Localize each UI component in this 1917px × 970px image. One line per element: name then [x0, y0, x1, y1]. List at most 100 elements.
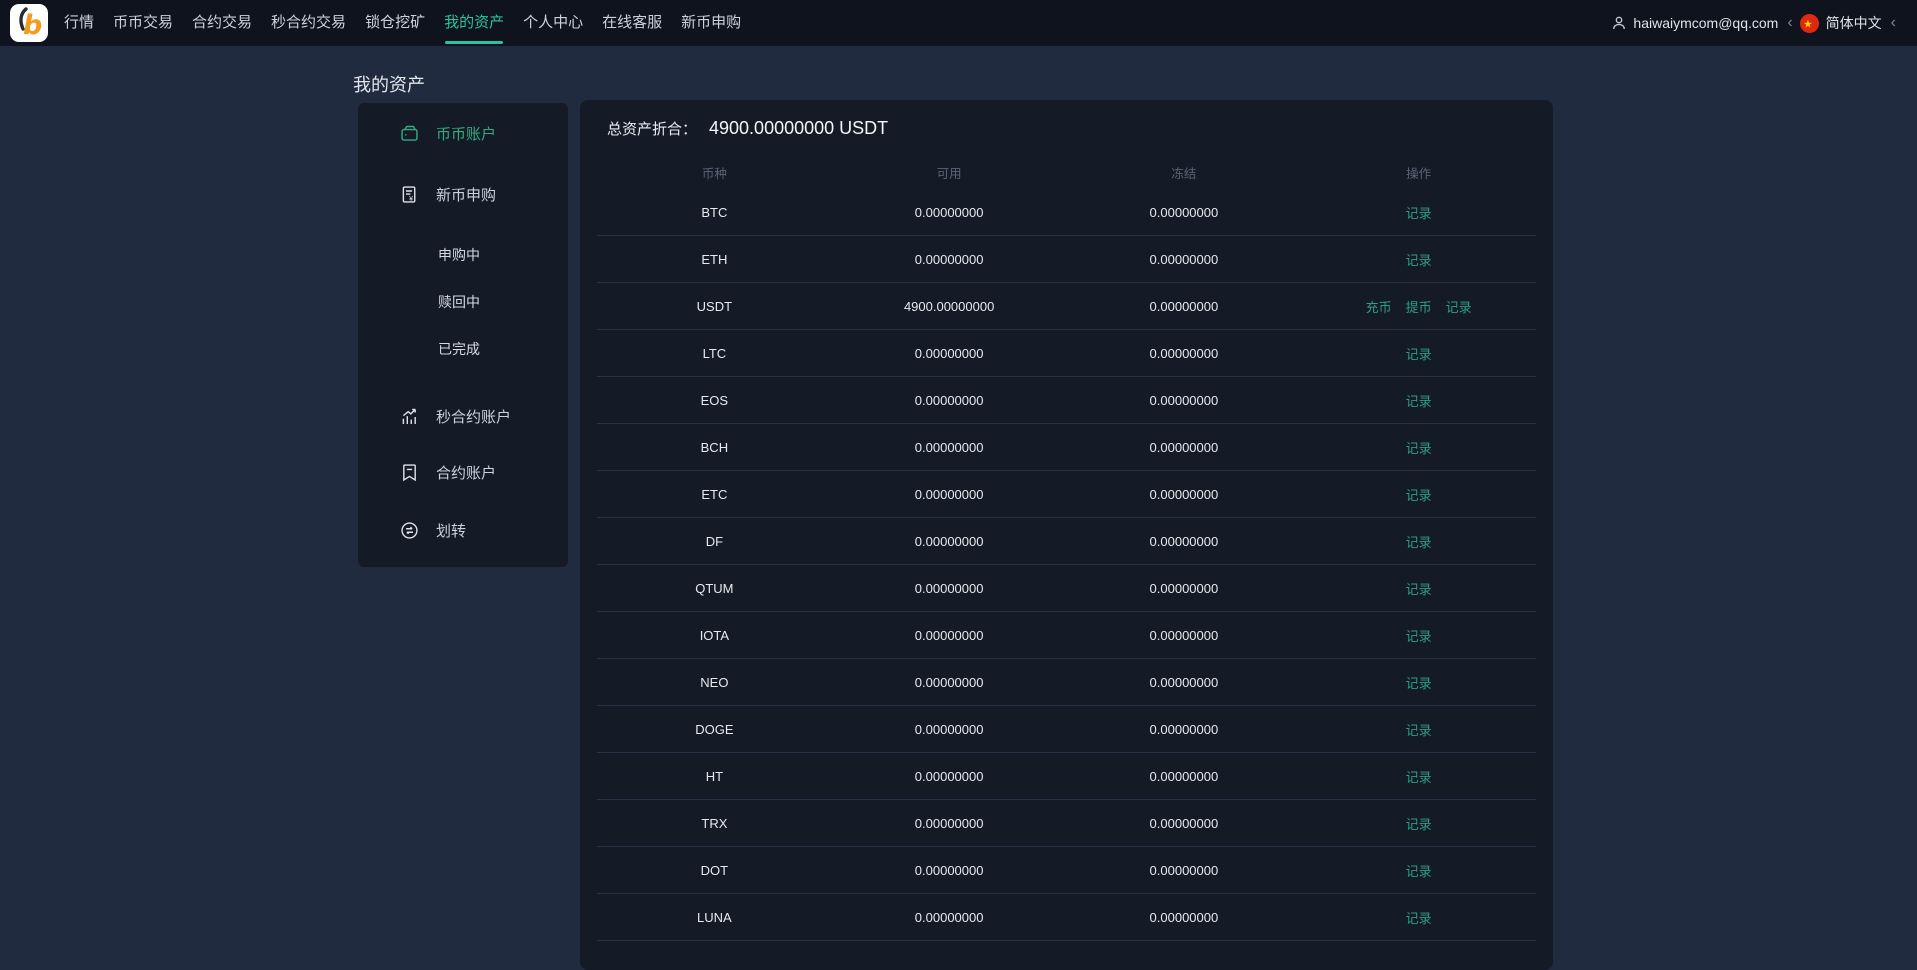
app-logo[interactable]: b	[10, 4, 48, 42]
asset-actions: 记录	[1301, 720, 1536, 739]
asset-row-df: DF 0.00000000 0.00000000 记录	[597, 518, 1536, 565]
deposit-link[interactable]: 充币	[1366, 297, 1392, 316]
asset-available: 4900.00000000	[903, 298, 995, 314]
asset-available: 0.00000000	[914, 580, 984, 596]
language-switcher[interactable]: ★ 简体中文 ‹	[1799, 13, 1903, 33]
asset-row-neo: NEO 0.00000000 0.00000000 记录	[597, 659, 1536, 706]
asset-actions: 充币 提币 记录	[1301, 297, 1536, 316]
asset-row-luna: LUNA 0.00000000 0.00000000 记录	[597, 894, 1536, 941]
asset-actions: 记录	[1301, 485, 1536, 504]
records-link[interactable]: 记录	[1406, 391, 1432, 410]
records-link[interactable]: 记录	[1406, 344, 1432, 363]
column-header-actions: 操作	[1406, 166, 1432, 181]
nav-item-user-center[interactable]: 个人中心	[523, 0, 583, 46]
sidebar-item-seconds-contract-account[interactable]: 秒合约账户	[358, 400, 568, 432]
top-navbar: b 行情 币币交易 合约交易 秒合约交易 锁仓挖矿 我的资产 个人中心 在线客服 新币申购 ha…	[0, 0, 1917, 46]
bar-chart-icon	[398, 405, 420, 427]
asset-row-ltc: LTC 0.00000000 0.00000000 记录	[597, 330, 1536, 377]
sidebar-item-label: 已完成	[438, 341, 480, 357]
asset-actions: 记录	[1301, 673, 1536, 692]
records-link[interactable]: 记录	[1406, 203, 1432, 222]
nav-item-my-assets[interactable]: 我的资产	[444, 0, 504, 46]
asset-coin: DF	[705, 533, 724, 549]
asset-frozen: 0.00000000	[1149, 627, 1219, 643]
sidebar-item-redeeming[interactable]: 赎回中	[358, 286, 568, 318]
nav-item-market[interactable]: 行情	[64, 0, 94, 46]
cn-flag-icon: ★	[1799, 13, 1819, 33]
records-link[interactable]: 记录	[1406, 673, 1432, 692]
asset-frozen: 0.00000000	[1149, 345, 1219, 361]
sidebar-item-contract-account[interactable]: 合约账户	[358, 456, 568, 488]
records-link[interactable]: 记录	[1446, 297, 1472, 316]
assets-panel: 总资产折合： 4900.00000000 USDT 币种 可用 冻结 操作 BT…	[580, 100, 1553, 970]
assets-table-body: BTC 0.00000000 0.00000000 记录 ETH 0.00000000 0.…	[597, 189, 1536, 941]
nav-item-spot-trading[interactable]: 币币交易	[113, 0, 173, 46]
asset-row-btc: BTC 0.00000000 0.00000000 记录	[597, 189, 1536, 236]
nav-item-seconds-contract-trading[interactable]: 秒合约交易	[271, 0, 346, 46]
asset-coin: EOS	[700, 392, 729, 408]
sidebar-item-subscribing[interactable]: 申购中	[358, 239, 568, 271]
wallet-icon	[398, 122, 420, 144]
records-link[interactable]: 记录	[1406, 485, 1432, 504]
asset-row-doge: DOGE 0.00000000 0.00000000 记录	[597, 706, 1536, 753]
asset-available: 0.00000000	[914, 204, 984, 220]
asset-coin: LUNA	[697, 909, 732, 925]
sidebar-item-label: 申购中	[438, 247, 480, 263]
assets-table: 币种 可用 冻结 操作 BTC 0.00000000 0.00000000 记录 ETH…	[597, 155, 1536, 941]
asset-frozen: 0.00000000	[1149, 204, 1219, 220]
nav-item-new-coin-subscription[interactable]: 新币申购	[681, 0, 741, 46]
column-header-available: 可用	[936, 166, 962, 181]
nav-item-lockup-mining[interactable]: 锁仓挖矿	[365, 0, 425, 46]
asset-actions: 记录	[1301, 250, 1536, 269]
svg-text:b: b	[23, 10, 42, 41]
records-link[interactable]: 记录	[1406, 579, 1432, 598]
asset-row-qtum: QTUM 0.00000000 0.00000000 记录	[597, 565, 1536, 612]
asset-coin: QTUM	[695, 580, 734, 596]
asset-coin: USDT	[696, 298, 733, 314]
records-link[interactable]: 记录	[1406, 626, 1432, 645]
asset-row-trx: TRX 0.00000000 0.00000000 记录	[597, 800, 1536, 847]
asset-row-bch: BCH 0.00000000 0.00000000 记录	[597, 424, 1536, 471]
records-link[interactable]: 记录	[1406, 720, 1432, 739]
records-link[interactable]: 记录	[1406, 814, 1432, 833]
asset-actions: 记录	[1301, 908, 1536, 927]
asset-coin: IOTA	[699, 627, 730, 643]
asset-row-iota: IOTA 0.00000000 0.00000000 记录	[597, 612, 1536, 659]
sidebar-item-transfer[interactable]: 划转	[358, 514, 568, 546]
sidebar-item-label: 新币申购	[436, 186, 497, 204]
asset-coin: ETH	[701, 251, 728, 267]
asset-frozen: 0.00000000	[1149, 392, 1219, 408]
user-email: haiwaiymcom@qq.com	[1633, 15, 1779, 31]
asset-available: 0.00000000	[914, 768, 984, 784]
nav-item-contract-trading[interactable]: 合约交易	[192, 0, 252, 46]
records-link[interactable]: 记录	[1406, 532, 1432, 551]
records-link[interactable]: 记录	[1406, 250, 1432, 269]
sidebar-item-new-coin-subscription[interactable]: ¥ 新币申购	[358, 178, 568, 210]
sidebar-item-completed[interactable]: 已完成	[358, 333, 568, 365]
asset-frozen: 0.00000000	[1149, 909, 1219, 925]
records-link[interactable]: 记录	[1406, 908, 1432, 927]
asset-available: 0.00000000	[914, 251, 984, 267]
records-link[interactable]: 记录	[1406, 438, 1432, 457]
chevron-icon: ‹	[1890, 14, 1896, 31]
asset-available: 0.00000000	[914, 721, 984, 737]
asset-available: 0.00000000	[914, 439, 984, 455]
total-assets-value: 4900.00000000 USDT	[709, 118, 889, 138]
main-menu: 行情 币币交易 合约交易 秒合约交易 锁仓挖矿 我的资产 个人中心 在线客服 新币申购	[64, 0, 741, 46]
asset-available: 0.00000000	[914, 533, 984, 549]
asset-available: 0.00000000	[914, 909, 984, 925]
asset-coin: DOT	[700, 862, 729, 878]
sidebar-item-coin-account[interactable]: 币币账户	[358, 117, 568, 149]
user-account-menu[interactable]: haiwaiymcom@qq.com ‹	[1610, 14, 1799, 32]
records-link[interactable]: 记录	[1406, 861, 1432, 880]
asset-frozen: 0.00000000	[1149, 862, 1219, 878]
total-assets-label: 总资产折合：	[607, 121, 698, 138]
language-label: 简体中文	[1825, 15, 1882, 31]
svg-text:★: ★	[1803, 18, 1812, 30]
records-link[interactable]: 记录	[1406, 767, 1432, 786]
asset-row-dot: DOT 0.00000000 0.00000000 记录	[597, 847, 1536, 894]
withdraw-link[interactable]: 提币	[1406, 297, 1432, 316]
sidebar-item-label: 秒合约账户	[436, 408, 512, 426]
navbar-right: haiwaiymcom@qq.com ‹ ★ 简体中文 ‹	[1610, 13, 1903, 33]
nav-item-online-service[interactable]: 在线客服	[602, 0, 662, 46]
